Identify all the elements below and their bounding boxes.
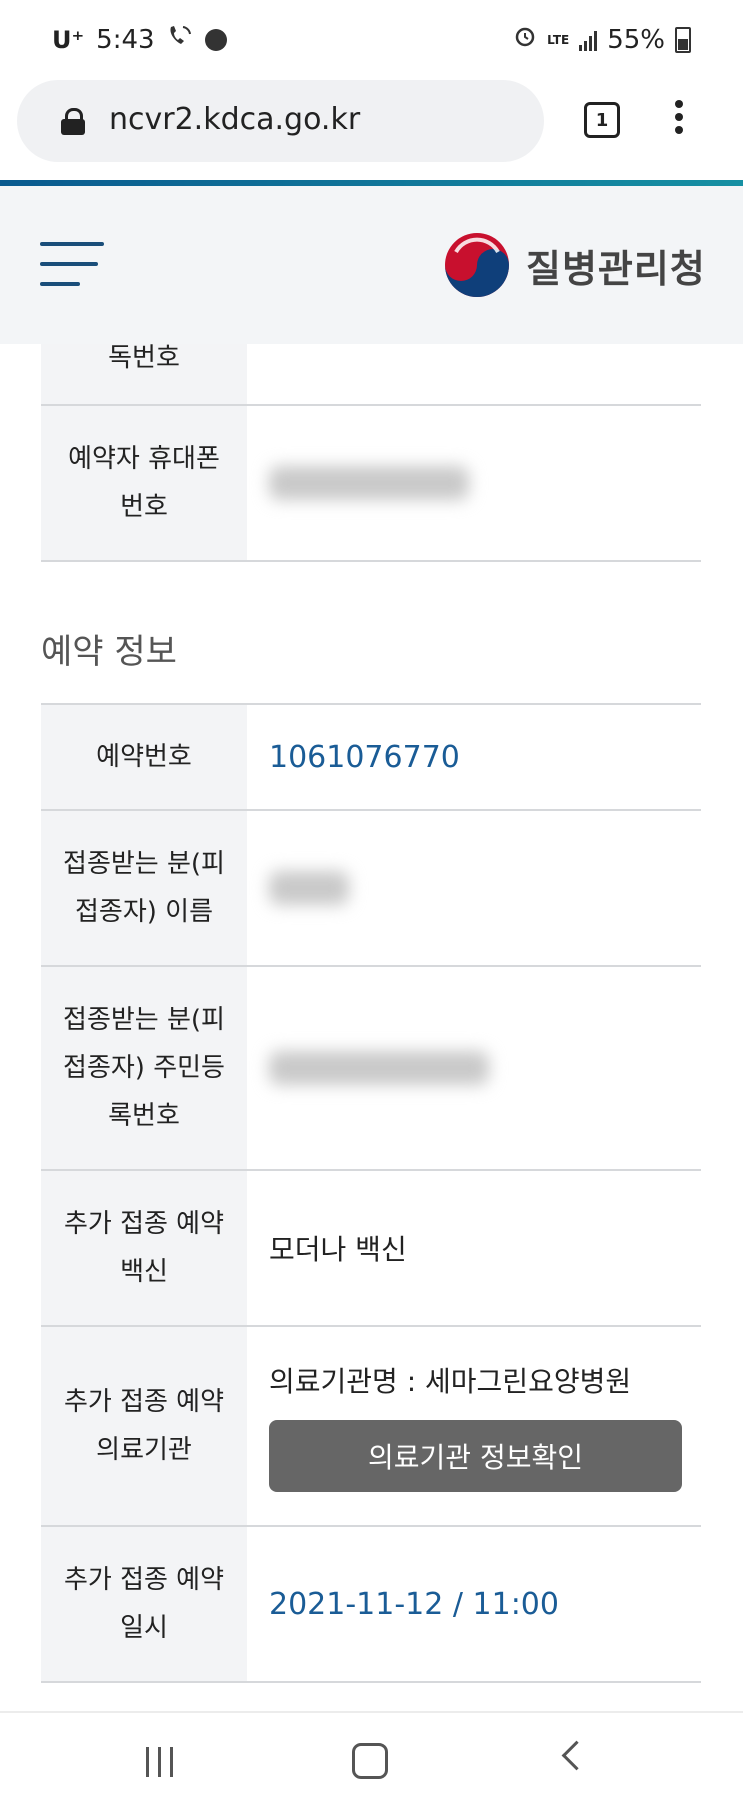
carrier-label: U⁺ (52, 25, 85, 54)
institution-info-button-label: 의료기관 정보확인 (368, 1441, 583, 1474)
reservation-content: 독번호 예약자 휴대폰 번호 예약 정보 예약번호 1061076770 접종받… (41, 343, 701, 1683)
row-value (247, 344, 701, 404)
reservation-number: 1061076770 (269, 739, 460, 775)
address-bar[interactable]: ncvr2.kdca.go.kr (17, 80, 544, 162)
row-label: 접종받는 분(피 접종자) 이름 (41, 811, 247, 965)
table-row: 접종받는 분(피 접종자) 주민등 록번호 (41, 967, 701, 1171)
row-label-line: 예약자 휴대폰 (68, 444, 220, 474)
row-label-line: 추가 접종 예약 (63, 1565, 225, 1595)
row-label: 추가 접종 예약 의료기관 (41, 1327, 247, 1525)
row-value: 1061076770 (247, 705, 701, 809)
network-label: LTE (547, 32, 570, 47)
row-label-line: 번호 (120, 492, 168, 522)
alarm-icon (513, 24, 537, 55)
back-icon[interactable] (561, 1740, 592, 1771)
table-row: 추가 접종 예약 백신 모더나 백신 (41, 1171, 701, 1327)
row-label-line: 접종자) 주민등 (63, 1053, 225, 1083)
institution-info-button[interactable]: 의료기관 정보확인 (269, 1420, 682, 1492)
table-row: 추가 접종 예약 일시 2021-11-12 / 11:00 (41, 1527, 701, 1683)
browser-toolbar: ncvr2.kdca.go.kr 1 (0, 80, 743, 180)
row-value: 모더나 백신 (247, 1171, 701, 1325)
row-label: 예약번호 (41, 705, 247, 809)
table-row: 예약자 휴대폰 번호 (41, 406, 701, 562)
reservation-datetime: 2021-11-12 / 11:00 (269, 1586, 559, 1622)
signal-icon (579, 29, 598, 51)
row-value (247, 811, 701, 965)
table-row: 예약번호 1061076770 (41, 705, 701, 811)
table-row: 독번호 (41, 343, 701, 406)
battery-percent: 55% (607, 24, 665, 55)
redacted-phone (269, 466, 469, 500)
kdca-logo[interactable]: 질병관리청 (444, 232, 706, 298)
site-header: 질병관리청 (0, 186, 743, 344)
battery-icon (675, 26, 691, 53)
reservation-table: 예약번호 1061076770 접종받는 분(피 접종자) 이름 접종받는 분(… (41, 703, 701, 1683)
system-nav-bar (0, 1711, 743, 1815)
time-label: 5:43 (96, 24, 155, 55)
row-label-line: 접종받는 분(피 (63, 849, 225, 879)
row-label-line: 추가 접종 예약 (63, 1387, 225, 1417)
table-row: 접종받는 분(피 접종자) 이름 (41, 811, 701, 967)
row-value: 의료기관명 : 세마그린요양병원 의료기관 정보확인 (247, 1327, 701, 1525)
row-label-line: 독번호 (108, 343, 180, 373)
row-label-line: 의료기관 (96, 1435, 192, 1465)
row-value (247, 406, 701, 560)
institution-name: 의료기관명 : 세마그린요양병원 (269, 1365, 632, 1398)
row-label: 추가 접종 예약 백신 (41, 1171, 247, 1325)
table-row: 추가 접종 예약 의료기관 의료기관명 : 세마그린요양병원 의료기관 정보확인 (41, 1327, 701, 1527)
row-label-line: 일시 (120, 1613, 168, 1643)
status-bar: U⁺ 5:43 LTE 55% (0, 0, 743, 80)
wifi-calling-icon (167, 24, 193, 55)
row-label-line: 예약번호 (96, 742, 192, 772)
lock-icon[interactable] (61, 108, 85, 135)
chat-bubble-icon (204, 28, 227, 51)
row-label-line: 록번호 (108, 1101, 180, 1131)
row-label: 독번호 (41, 343, 247, 404)
row-label: 예약자 휴대폰 번호 (41, 406, 247, 560)
redacted-rrn (269, 1051, 489, 1085)
url-text[interactable]: ncvr2.kdca.go.kr (109, 102, 360, 137)
row-label-line: 백신 (120, 1257, 168, 1287)
browser-menu-icon[interactable] (672, 100, 686, 140)
home-icon[interactable] (352, 1743, 388, 1779)
row-label-line: 접종받는 분(피 (63, 1005, 225, 1035)
logo-text: 질병관리청 (526, 246, 706, 291)
vaccine-name: 모더나 백신 (269, 1233, 407, 1266)
row-value: 2021-11-12 / 11:00 (247, 1527, 701, 1681)
lte-icon: LTE (547, 34, 569, 46)
row-label-line: 추가 접종 예약 (63, 1209, 225, 1239)
taegeuk-emblem-icon (445, 233, 509, 297)
row-value (247, 967, 701, 1169)
section-title: 예약 정보 (41, 632, 177, 672)
hamburger-menu-icon[interactable] (40, 240, 104, 290)
tab-switcher-button[interactable]: 1 (584, 102, 620, 138)
row-label: 접종받는 분(피 접종자) 주민등 록번호 (41, 967, 247, 1169)
recent-apps-icon[interactable] (146, 1747, 176, 1777)
row-label: 추가 접종 예약 일시 (41, 1527, 247, 1681)
row-label-line: 접종자) 이름 (74, 897, 213, 927)
tab-count-label: 1 (595, 109, 609, 131)
redacted-name (269, 871, 349, 905)
